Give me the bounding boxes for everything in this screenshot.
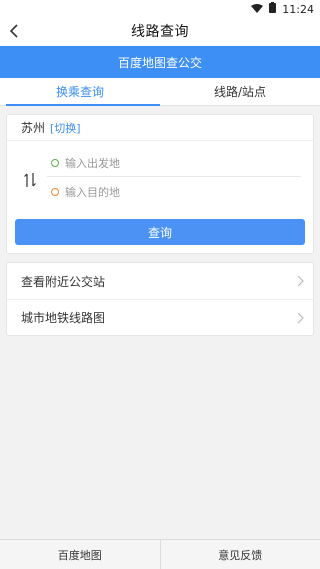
wifi-icon (251, 3, 264, 16)
destination-dot-icon (51, 188, 59, 196)
search-button[interactable]: 查询 (15, 219, 305, 245)
chevron-right-icon (297, 312, 305, 324)
city-name: 苏州 (21, 121, 46, 135)
tab-line-station-label: 线路/站点 (213, 85, 267, 99)
bottom-nav: 百度地图 意见反馈 (0, 539, 320, 569)
tab-bar: 换乘查询 线路/站点 (0, 78, 320, 106)
banner: 百度地图查公交 (0, 46, 320, 78)
status-time: 11:24 (282, 2, 314, 16)
route-search-card: 苏州 [切换] 输入出发地 输入目的地 查询 (6, 114, 314, 254)
origin-dot-icon (51, 158, 59, 167)
chevron-right-icon (297, 275, 305, 287)
menu-card: 查看附近公交站 城市地铁线路图 (6, 262, 314, 336)
switch-city-link[interactable]: [切换] (50, 120, 81, 136)
search-button-label: 查询 (147, 225, 172, 240)
destination-placeholder: 输入目的地 (65, 186, 120, 199)
banner-text: 百度地图查公交 (117, 55, 202, 70)
menu-item-label: 城市地铁线路图 (21, 311, 106, 325)
bottom-nav-baidu-map[interactable]: 百度地图 (0, 540, 160, 569)
menu-item-nearby-stops[interactable]: 查看附近公交站 (7, 263, 313, 299)
back-arrow-icon[interactable] (4, 21, 24, 41)
bottom-nav-feedback[interactable]: 意见反馈 (159, 540, 320, 569)
title-bar: 线路查询 (0, 16, 320, 46)
origin-placeholder: 输入出发地 (65, 156, 120, 170)
battery-icon (269, 2, 277, 16)
page-title: 线路查询 (131, 24, 189, 40)
menu-item-metro-map[interactable]: 城市地铁线路图 (7, 299, 313, 335)
bottom-nav-label: 意见反馈 (218, 548, 263, 562)
route-inputs: 输入出发地 输入目的地 (7, 149, 313, 211)
origin-field[interactable]: 输入出发地 (47, 149, 301, 177)
tab-transfer[interactable]: 换乘查询 (0, 78, 160, 106)
city-row: 苏州 [切换] (7, 115, 313, 141)
status-bar: 11:24 (0, 0, 320, 16)
tab-transfer-label: 换乘查询 (55, 85, 104, 99)
swap-icon[interactable] (23, 171, 37, 189)
destination-field[interactable]: 输入目的地 (47, 178, 301, 206)
tab-line-station[interactable]: 线路/站点 (160, 78, 320, 105)
menu-item-label: 查看附近公交站 (21, 274, 106, 289)
bottom-nav-label: 百度地图 (57, 548, 102, 562)
